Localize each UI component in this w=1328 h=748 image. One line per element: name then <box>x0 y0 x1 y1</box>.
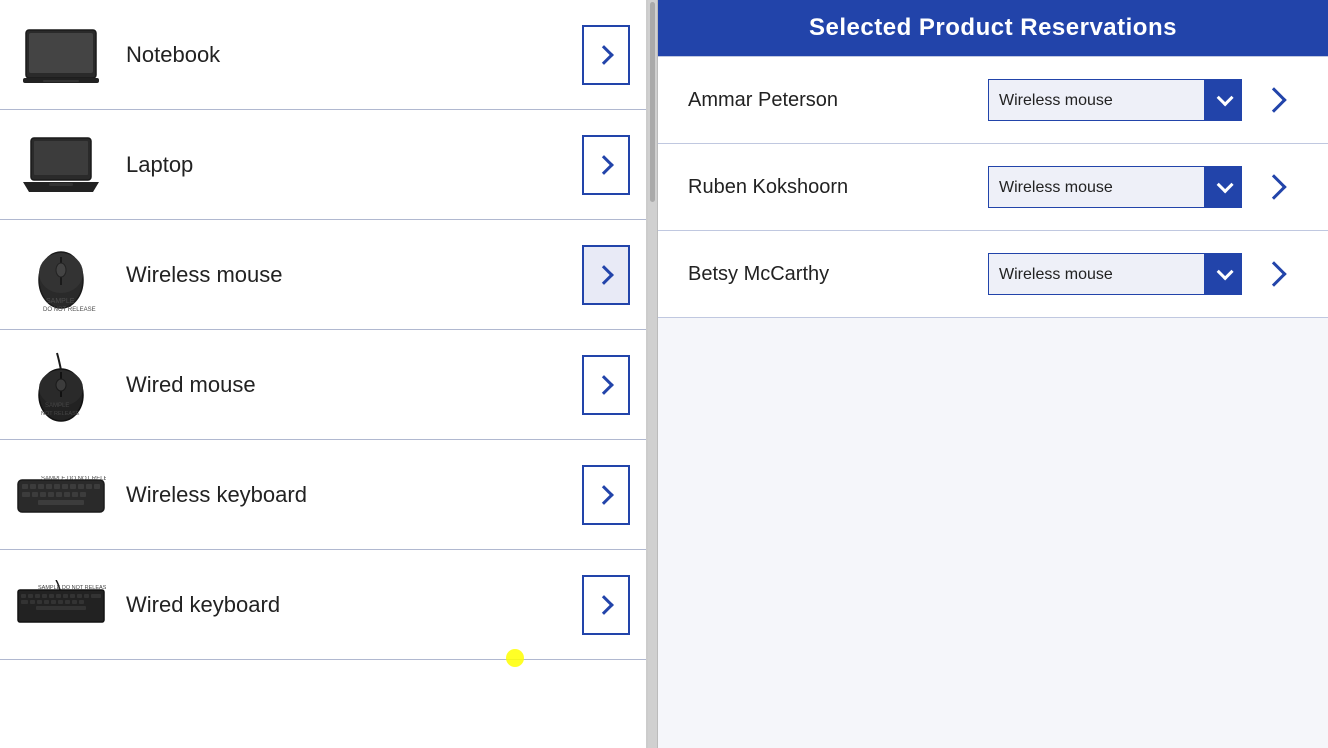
person-name-3: Betsy McCarthy <box>688 263 968 286</box>
chevron-right-icon <box>594 595 614 615</box>
list-item-wired-mouse[interactable]: SAMPLE NOT RELEASE Wired mouse <box>0 330 646 440</box>
svg-text:SAMPLE: SAMPLE <box>45 403 69 409</box>
list-item-notebook[interactable]: Notebook <box>0 0 646 110</box>
person-name-1: Ammar Peterson <box>688 89 968 112</box>
chevron-right-icon <box>594 375 614 395</box>
wired-keyboard-label: Wired keyboard <box>126 592 582 618</box>
select-container-3: Wireless mouse Wired mouse Notebook Lapt… <box>988 253 1242 295</box>
list-item-laptop[interactable]: Laptop <box>0 110 646 220</box>
notebook-chevron[interactable] <box>582 25 630 85</box>
wireless-keyboard-chevron[interactable] <box>582 465 630 525</box>
select-container-1: Wireless mouse Wired mouse Notebook Lapt… <box>988 79 1242 121</box>
laptop-label: Laptop <box>126 152 582 178</box>
product-select-1[interactable]: Wireless mouse Wired mouse Notebook Lapt… <box>988 79 1242 121</box>
product-select-wrapper-3: Wireless mouse Wired mouse Notebook Lapt… <box>988 253 1298 295</box>
product-select-2[interactable]: Wireless mouse Wired mouse Notebook Lapt… <box>988 166 1242 208</box>
reservation-row-2: Ruben Kokshoorn Wireless mouse Wired mou… <box>658 144 1328 231</box>
wireless-keyboard-label: Wireless keyboard <box>126 482 582 508</box>
panel-title: Selected Product Reservations <box>658 0 1328 56</box>
svg-text:SAMPLE: SAMPLE <box>46 298 75 305</box>
product-select-wrapper-2: Wireless mouse Wired mouse Notebook Lapt… <box>988 166 1298 208</box>
svg-text:SAMPLE DO NOT RELEASE: SAMPLE DO NOT RELEASE <box>38 585 106 591</box>
row-nav-btn-1[interactable] <box>1254 79 1298 121</box>
chevron-right-icon <box>594 155 614 175</box>
svg-text:SAMPLE DO NOT RELEASE: SAMPLE DO NOT RELEASE <box>41 476 106 482</box>
row-nav-chevron-1 <box>1261 87 1286 112</box>
wireless-keyboard-image: SAMPLE DO NOT RELEASE <box>16 455 106 535</box>
laptop-image <box>16 125 106 205</box>
wired-mouse-chevron[interactable] <box>582 355 630 415</box>
chevron-right-icon <box>594 265 614 285</box>
wireless-mouse-chevron[interactable] <box>582 245 630 305</box>
list-item-wireless-mouse[interactable]: SAMPLE DO NOT RELEASE Wireless mouse <box>0 220 646 330</box>
reservation-list: Ammar Peterson Wireless mouse Wired mous… <box>658 56 1328 748</box>
notebook-image <box>16 15 106 95</box>
wired-mouse-image: SAMPLE NOT RELEASE <box>16 345 106 425</box>
wired-keyboard-chevron[interactable] <box>582 575 630 635</box>
chevron-right-icon <box>594 45 614 65</box>
wireless-mouse-label: Wireless mouse <box>126 262 582 288</box>
svg-text:NOT RELEASE: NOT RELEASE <box>41 411 80 417</box>
right-panel: Selected Product Reservations Ammar Pete… <box>658 0 1328 748</box>
wireless-mouse-image: SAMPLE DO NOT RELEASE <box>16 235 106 315</box>
notebook-label: Notebook <box>126 42 582 68</box>
product-list: Notebook Laptop SAMPLE <box>0 0 648 748</box>
row-nav-chevron-3 <box>1261 261 1286 286</box>
select-container-2: Wireless mouse Wired mouse Notebook Lapt… <box>988 166 1242 208</box>
row-nav-btn-2[interactable] <box>1254 166 1298 208</box>
wired-keyboard-image: SAMPLE DO NOT RELEASE <box>16 565 106 645</box>
reservation-row-3: Betsy McCarthy Wireless mouse Wired mous… <box>658 231 1328 318</box>
list-item-wireless-keyboard[interactable]: SAMPLE DO NOT RELEASE Wireless keyboard <box>0 440 646 550</box>
reservation-row-1: Ammar Peterson Wireless mouse Wired mous… <box>658 56 1328 144</box>
product-select-3[interactable]: Wireless mouse Wired mouse Notebook Lapt… <box>988 253 1242 295</box>
product-select-wrapper-1: Wireless mouse Wired mouse Notebook Lapt… <box>988 79 1298 121</box>
chevron-right-icon <box>594 485 614 505</box>
person-name-2: Ruben Kokshoorn <box>688 176 968 199</box>
row-nav-btn-3[interactable] <box>1254 253 1298 295</box>
wired-mouse-label: Wired mouse <box>126 372 582 398</box>
row-nav-chevron-2 <box>1261 174 1286 199</box>
list-item-wired-keyboard[interactable]: SAMPLE DO NOT RELEASE Wired keyboard <box>0 550 646 660</box>
svg-text:DO NOT RELEASE: DO NOT RELEASE <box>43 307 96 313</box>
laptop-chevron[interactable] <box>582 135 630 195</box>
